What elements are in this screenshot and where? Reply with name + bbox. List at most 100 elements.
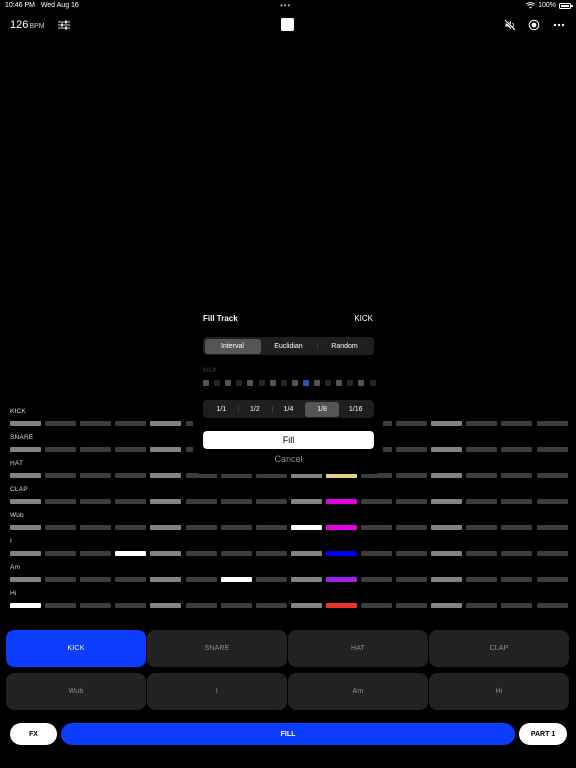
step-cell[interactable] bbox=[150, 577, 182, 582]
step-cell[interactable] bbox=[185, 551, 217, 556]
step-cell[interactable] bbox=[466, 499, 498, 504]
track-pad[interactable]: CLAP bbox=[429, 630, 569, 667]
step-cell[interactable] bbox=[536, 473, 568, 478]
step-cell[interactable] bbox=[501, 551, 533, 556]
fill-mode-option[interactable]: Random bbox=[316, 339, 373, 354]
fx-button[interactable]: FX bbox=[10, 723, 57, 745]
step-cell[interactable] bbox=[255, 551, 287, 556]
track-pad[interactable]: SNARE bbox=[147, 630, 287, 667]
step-cell[interactable] bbox=[150, 499, 182, 504]
speaker-muted-icon[interactable] bbox=[504, 19, 516, 31]
step-cell[interactable] bbox=[396, 499, 428, 504]
step-cell[interactable] bbox=[466, 551, 498, 556]
step-cell[interactable] bbox=[255, 603, 287, 608]
step-cell[interactable] bbox=[501, 603, 533, 608]
step-cell[interactable] bbox=[80, 525, 112, 530]
step-cell[interactable] bbox=[396, 421, 428, 426]
step-cell[interactable] bbox=[361, 499, 392, 504]
step-cell[interactable] bbox=[536, 421, 568, 426]
more-icon[interactable] bbox=[553, 19, 565, 31]
step-cell[interactable] bbox=[325, 577, 357, 582]
step-cell[interactable] bbox=[536, 525, 568, 530]
step-cell[interactable] bbox=[45, 525, 77, 530]
step-cell[interactable] bbox=[431, 499, 463, 504]
step-cell[interactable] bbox=[115, 421, 147, 426]
step-cell[interactable] bbox=[361, 525, 392, 530]
step-cell[interactable] bbox=[396, 577, 428, 582]
step-cell[interactable] bbox=[466, 525, 498, 530]
step-cell[interactable] bbox=[185, 577, 217, 582]
step-cell[interactable] bbox=[325, 525, 357, 530]
step-cell[interactable] bbox=[501, 421, 533, 426]
step-cell[interactable] bbox=[45, 421, 77, 426]
step-cell[interactable] bbox=[150, 473, 182, 478]
step-cell[interactable] bbox=[185, 525, 217, 530]
division-option[interactable]: 1/4 bbox=[271, 402, 306, 417]
step-cell[interactable] bbox=[115, 603, 147, 608]
fill-button[interactable]: Fill bbox=[203, 431, 374, 449]
step-cell[interactable] bbox=[45, 499, 77, 504]
step-cell[interactable] bbox=[255, 525, 287, 530]
step-cell[interactable] bbox=[10, 421, 41, 426]
step-cell[interactable] bbox=[431, 421, 463, 426]
step-cell[interactable] bbox=[150, 525, 182, 530]
step-cell[interactable] bbox=[220, 499, 252, 504]
step-cell[interactable] bbox=[290, 577, 322, 582]
step-cell[interactable] bbox=[290, 525, 322, 530]
step-cell[interactable] bbox=[80, 447, 112, 452]
record-icon[interactable] bbox=[528, 19, 540, 31]
fill-bar-button[interactable]: FILL bbox=[61, 723, 515, 745]
step-cell[interactable] bbox=[80, 421, 112, 426]
step-cell[interactable] bbox=[255, 499, 287, 504]
step-cell[interactable] bbox=[361, 551, 392, 556]
step-cell[interactable] bbox=[290, 603, 322, 608]
step-cell[interactable] bbox=[431, 577, 463, 582]
step-cell[interactable] bbox=[45, 603, 77, 608]
step-cell[interactable] bbox=[220, 525, 252, 530]
division-option[interactable]: 1/16 bbox=[339, 402, 373, 417]
step-cell[interactable] bbox=[80, 499, 112, 504]
step-cell[interactable] bbox=[501, 473, 533, 478]
step-cell[interactable] bbox=[325, 603, 357, 608]
step-cell[interactable] bbox=[80, 603, 112, 608]
step-cell[interactable] bbox=[10, 577, 41, 582]
step-cell[interactable] bbox=[466, 603, 498, 608]
step-cell[interactable] bbox=[536, 499, 568, 504]
step-cell[interactable] bbox=[536, 603, 568, 608]
step-cell[interactable] bbox=[466, 447, 498, 452]
step-cell[interactable] bbox=[431, 525, 463, 530]
step-cell[interactable] bbox=[396, 603, 428, 608]
step-cell[interactable] bbox=[150, 551, 182, 556]
step-cell[interactable] bbox=[325, 551, 357, 556]
step-cell[interactable] bbox=[220, 603, 252, 608]
step-cell[interactable] bbox=[361, 577, 392, 582]
step-cell[interactable] bbox=[80, 473, 112, 478]
track-pad[interactable]: KICK bbox=[6, 630, 146, 667]
step-cell[interactable] bbox=[396, 473, 428, 478]
stop-icon[interactable] bbox=[281, 18, 294, 31]
step-cell[interactable] bbox=[115, 447, 147, 452]
step-cell[interactable] bbox=[325, 499, 357, 504]
step-cell[interactable] bbox=[80, 577, 112, 582]
step-cell[interactable] bbox=[431, 473, 463, 478]
step-cell[interactable] bbox=[290, 551, 322, 556]
track-pad[interactable]: Am bbox=[288, 673, 428, 710]
part-button[interactable]: PART 1 bbox=[519, 723, 567, 745]
step-cell[interactable] bbox=[10, 551, 41, 556]
step-cell[interactable] bbox=[536, 447, 568, 452]
step-cell[interactable] bbox=[536, 577, 568, 582]
sliders-icon[interactable] bbox=[58, 20, 70, 30]
cancel-button[interactable]: Cancel bbox=[203, 454, 374, 466]
step-cell[interactable] bbox=[10, 499, 41, 504]
step-cell[interactable] bbox=[396, 447, 428, 452]
step-cell[interactable] bbox=[290, 499, 322, 504]
step-cell[interactable] bbox=[115, 525, 147, 530]
step-cell[interactable] bbox=[361, 603, 392, 608]
step-cell[interactable] bbox=[150, 447, 182, 452]
step-cell[interactable] bbox=[396, 551, 428, 556]
step-cell[interactable] bbox=[431, 603, 463, 608]
track-pad[interactable]: HAT bbox=[288, 630, 428, 667]
step-cell[interactable] bbox=[466, 577, 498, 582]
fill-mode-option[interactable]: Euclidian bbox=[261, 339, 317, 354]
step-cell[interactable] bbox=[115, 499, 147, 504]
